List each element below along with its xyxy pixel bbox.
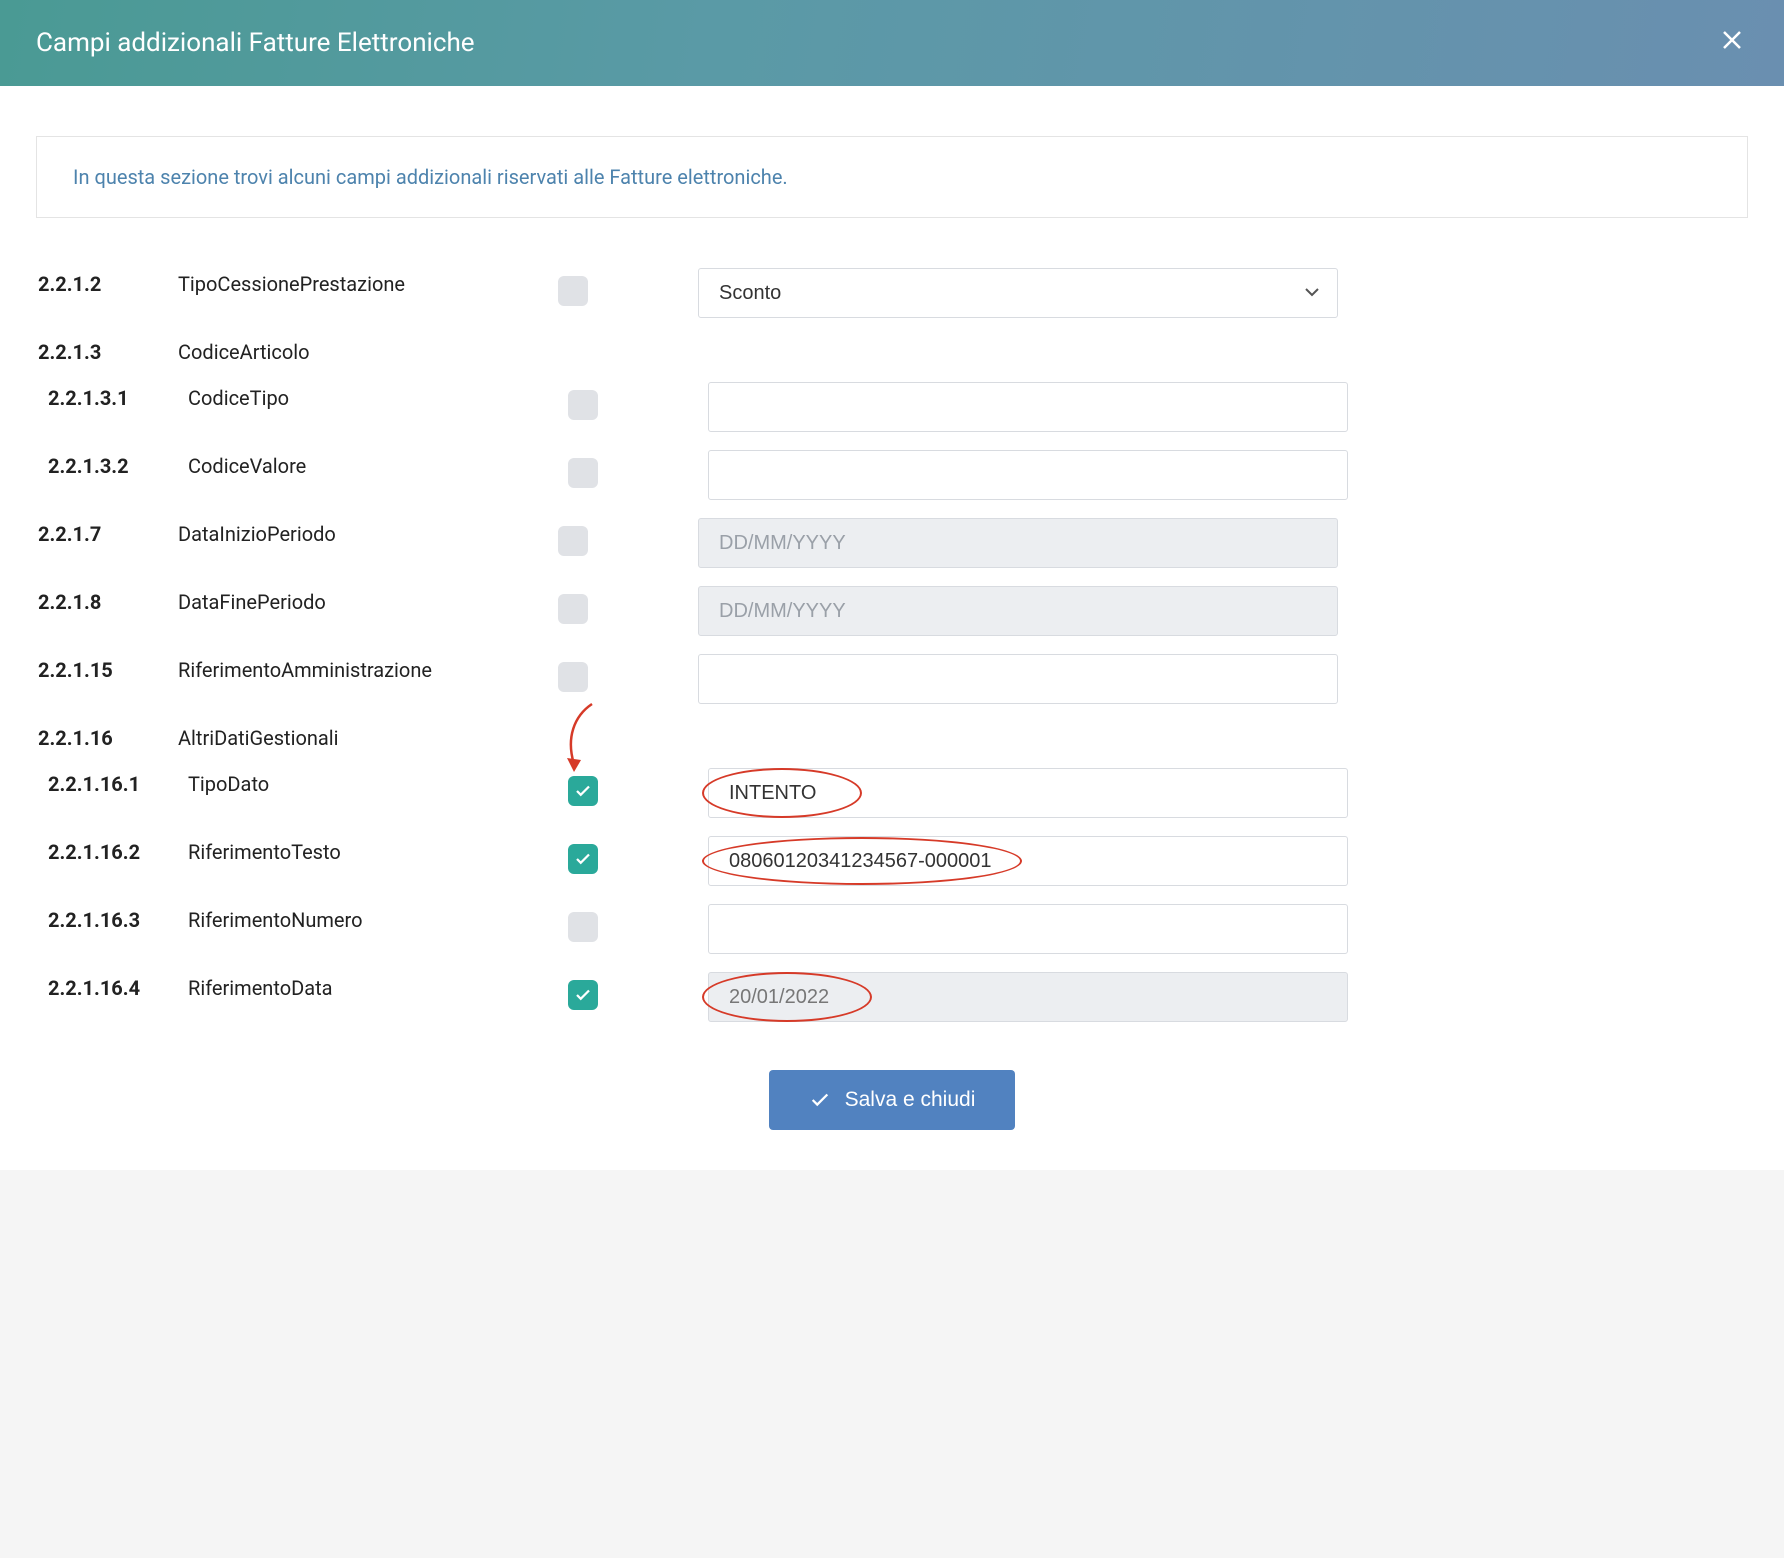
dialog-title: Campi addizionali Fatture Elettroniche (36, 28, 475, 58)
field-label: RiferimentoAmministrazione (178, 654, 558, 682)
field-label: CodiceTipo (188, 382, 568, 410)
field-code: 2.2.1.16 (38, 722, 178, 750)
field-label: AltriDatiGestionali (178, 722, 558, 750)
row-tipo-dato: 2.2.1.16.1 TipoDato (36, 768, 1748, 818)
checkbox-rif-data[interactable] (568, 980, 598, 1010)
checkbox-rif-testo[interactable] (568, 844, 598, 874)
row-codice-tipo: 2.2.1.3.1 CodiceTipo (36, 382, 1748, 432)
checkbox-data-inizio[interactable] (558, 526, 588, 556)
input-tipo-dato[interactable] (708, 768, 1348, 818)
field-code: 2.2.1.3.2 (48, 450, 188, 478)
field-code: 2.2.1.16.1 (48, 768, 188, 796)
row-rif-data: 2.2.1.16.4 RiferimentoData (36, 972, 1748, 1022)
checkbox-tipo-cessione[interactable] (558, 276, 588, 306)
checkbox-rif-numero[interactable] (568, 912, 598, 942)
field-label: CodiceArticolo (178, 336, 558, 364)
field-label: RiferimentoTesto (188, 836, 568, 864)
info-box: In questa sezione trovi alcuni campi add… (36, 136, 1748, 218)
checkbox-rif-amm[interactable] (558, 662, 588, 692)
field-code: 2.2.1.8 (38, 586, 178, 614)
field-code: 2.2.1.16.4 (48, 972, 188, 1000)
field-label: CodiceValore (188, 450, 568, 478)
field-code: 2.2.1.16.2 (48, 836, 188, 864)
input-codice-tipo[interactable] (708, 382, 1348, 432)
field-label: TipoDato (188, 768, 568, 796)
input-rif-testo[interactable] (708, 836, 1348, 886)
row-codice-valore: 2.2.1.3.2 CodiceValore (36, 450, 1748, 500)
save-button[interactable]: Salva e chiudi (769, 1070, 1016, 1130)
input-rif-amm[interactable] (698, 654, 1338, 704)
checkbox-tipo-dato[interactable] (568, 776, 598, 806)
input-rif-data[interactable] (708, 972, 1348, 1022)
dialog-campi-addizionali: Campi addizionali Fatture Elettroniche I… (0, 0, 1784, 1170)
field-code: 2.2.1.16.3 (48, 904, 188, 932)
row-data-fine: 2.2.1.8 DataFinePeriodo (36, 586, 1748, 636)
row-altri-dati: 2.2.1.16 AltriDatiGestionali (36, 722, 1748, 750)
row-tipo-cessione: 2.2.1.2 TipoCessionePrestazione Sconto (36, 268, 1748, 318)
input-rif-numero[interactable] (708, 904, 1348, 954)
dialog-footer: Salva e chiudi (36, 1040, 1748, 1140)
field-code: 2.2.1.7 (38, 518, 178, 546)
input-codice-valore[interactable] (708, 450, 1348, 500)
row-data-inizio: 2.2.1.7 DataInizioPeriodo (36, 518, 1748, 568)
close-button[interactable] (1716, 24, 1748, 62)
input-data-inizio[interactable] (698, 518, 1338, 568)
row-rif-numero: 2.2.1.16.3 RiferimentoNumero (36, 904, 1748, 954)
save-label: Salva e chiudi (845, 1088, 976, 1112)
field-label: DataFinePeriodo (178, 586, 558, 614)
row-rif-testo: 2.2.1.16.2 RiferimentoTesto (36, 836, 1748, 886)
field-code: 2.2.1.3.1 (48, 382, 188, 410)
checkbox-data-fine[interactable] (558, 594, 588, 624)
field-label: TipoCessionePrestazione (178, 268, 558, 296)
field-code: 2.2.1.2 (38, 268, 178, 296)
field-code: 2.2.1.3 (38, 336, 178, 364)
input-data-fine[interactable] (698, 586, 1338, 636)
select-tipo-cessione[interactable]: Sconto (698, 268, 1338, 318)
close-icon (1720, 28, 1744, 52)
dialog-header: Campi addizionali Fatture Elettroniche (0, 0, 1784, 86)
field-code: 2.2.1.15 (38, 654, 178, 682)
field-label: DataInizioPeriodo (178, 518, 558, 546)
field-label: RiferimentoData (188, 972, 568, 1000)
row-rif-amministrazione: 2.2.1.15 RiferimentoAmministrazione (36, 654, 1748, 704)
check-icon (809, 1089, 831, 1111)
checkbox-codice-valore[interactable] (568, 458, 598, 488)
checkbox-codice-tipo[interactable] (568, 390, 598, 420)
dialog-content: In questa sezione trovi alcuni campi add… (0, 86, 1784, 1170)
row-codice-articolo: 2.2.1.3 CodiceArticolo (36, 336, 1748, 364)
info-text: In questa sezione trovi alcuni campi add… (73, 165, 788, 189)
field-label: RiferimentoNumero (188, 904, 568, 932)
